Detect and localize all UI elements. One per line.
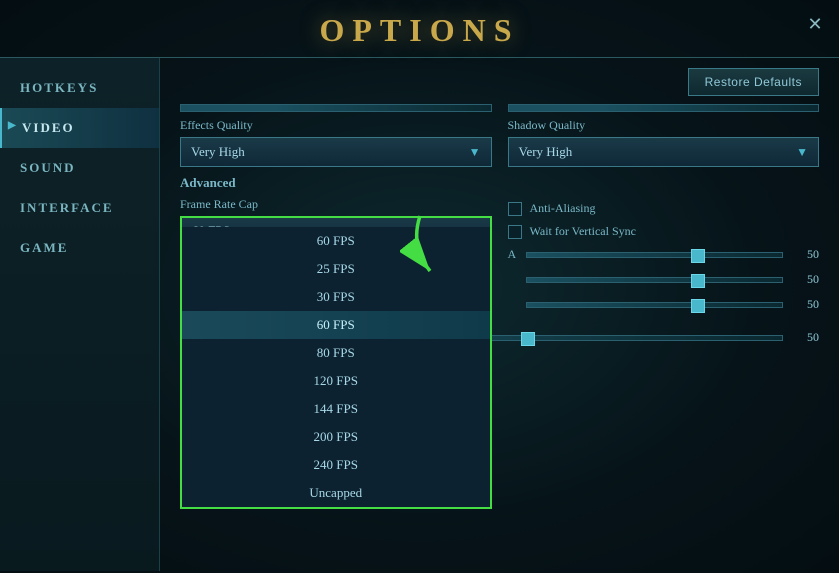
quality-row: Effects Quality Very High ▼ Shadow Quali…	[180, 118, 819, 167]
frame-rate-cap-label: Frame Rate Cap	[180, 197, 492, 212]
anti-aliasing-row: Anti-Aliasing	[508, 201, 820, 216]
color-contrast-value: 50	[791, 330, 819, 345]
effects-quality-label: Effects Quality	[180, 118, 492, 133]
sidebar-item-sound[interactable]: SOUND	[0, 148, 159, 188]
checkbox-area: Anti-Aliasing Wait for Vertical Sync	[508, 197, 820, 239]
slider-track-2[interactable]	[526, 302, 784, 308]
slider-track-1[interactable]	[526, 277, 784, 283]
frame-rate-left: Frame Rate Cap 60 FPS ▼ 60 FPS 25 FPS 30…	[180, 197, 492, 322]
vsync-row: Wait for Vertical Sync	[508, 224, 820, 239]
partial-bar-right	[508, 104, 820, 112]
color-contrast-thumb[interactable]	[521, 332, 535, 346]
sidebar: HOTKEYS VIDEO SOUND INTERFACE GAME	[0, 58, 160, 571]
anti-aliasing-label: Anti-Aliasing	[530, 201, 596, 216]
fps-dropdown-open: 60 FPS 25 FPS 30 FPS 60 FPS 80 FPS 120 F…	[180, 227, 492, 509]
partial-bar-left	[180, 104, 492, 112]
sidebar-item-interface[interactable]: INTERFACE	[0, 188, 159, 228]
slider-thumb-1[interactable]	[691, 274, 705, 288]
sidebar-item-hotkeys[interactable]: HOTKEYS	[0, 68, 159, 108]
shadow-quality-arrow-icon: ▼	[796, 145, 808, 160]
slider-thumb-2[interactable]	[691, 299, 705, 313]
fps-option-1[interactable]: 25 FPS	[182, 255, 490, 283]
effects-quality-section: Effects Quality Very High ▼	[180, 118, 492, 167]
slider-row-2: 50	[508, 297, 820, 312]
top-bar: Restore Defaults	[180, 68, 819, 96]
slider-value-1: 50	[791, 272, 819, 287]
fps-option-7[interactable]: 200 FPS	[182, 423, 490, 451]
shadow-quality-label: Shadow Quality	[508, 118, 820, 133]
slider-row-1: 50	[508, 272, 820, 287]
frame-rate-right: Anti-Aliasing Wait for Vertical Sync A	[508, 197, 820, 322]
sliders-area: A 50 50	[508, 247, 820, 312]
frame-rate-section: Frame Rate Cap 60 FPS ▼ 60 FPS 25 FPS 30…	[180, 197, 819, 322]
advanced-label: Advanced	[180, 175, 819, 191]
slider-label-0: A	[508, 247, 518, 262]
fps-option-2[interactable]: 30 FPS	[182, 283, 490, 311]
shadow-quality-value: Very High	[519, 144, 573, 160]
slider-track-0[interactable]	[526, 252, 784, 258]
fps-option-6[interactable]: 144 FPS	[182, 395, 490, 423]
vsync-label: Wait for Vertical Sync	[530, 224, 636, 239]
vsync-checkbox[interactable]	[508, 225, 522, 239]
title-bar: OPTIONS ✕	[0, 0, 839, 58]
effects-quality-dropdown[interactable]: Very High ▼	[180, 137, 492, 167]
fps-option-5[interactable]: 120 FPS	[182, 367, 490, 395]
slider-row-0: A 50	[508, 247, 820, 262]
shadow-quality-section: Shadow Quality Very High ▼	[508, 118, 820, 167]
fps-option-0[interactable]: 60 FPS	[182, 227, 490, 255]
slider-value-2: 50	[791, 297, 819, 312]
content-area: Restore Defaults Effects Quality Very Hi…	[160, 58, 839, 571]
sidebar-item-game[interactable]: GAME	[0, 228, 159, 268]
shadow-quality-dropdown[interactable]: Very High ▼	[508, 137, 820, 167]
effects-quality-arrow-icon: ▼	[469, 145, 481, 160]
fps-option-9[interactable]: Uncapped	[182, 479, 490, 507]
fps-option-4[interactable]: 80 FPS	[182, 339, 490, 367]
page-title: OPTIONS	[319, 12, 519, 48]
main-layout: HOTKEYS VIDEO SOUND INTERFACE GAME Resto…	[0, 58, 839, 571]
anti-aliasing-checkbox[interactable]	[508, 202, 522, 216]
restore-defaults-button[interactable]: Restore Defaults	[688, 68, 819, 96]
slider-value-0: 50	[791, 247, 819, 262]
fps-option-8[interactable]: 240 FPS	[182, 451, 490, 479]
effects-quality-value: Very High	[191, 144, 245, 160]
close-button[interactable]: ✕	[803, 12, 827, 36]
sidebar-item-video[interactable]: VIDEO	[0, 108, 159, 148]
top-quality-partial	[180, 104, 819, 112]
slider-thumb-0[interactable]	[691, 249, 705, 263]
fps-option-3[interactable]: 60 FPS	[182, 311, 490, 339]
